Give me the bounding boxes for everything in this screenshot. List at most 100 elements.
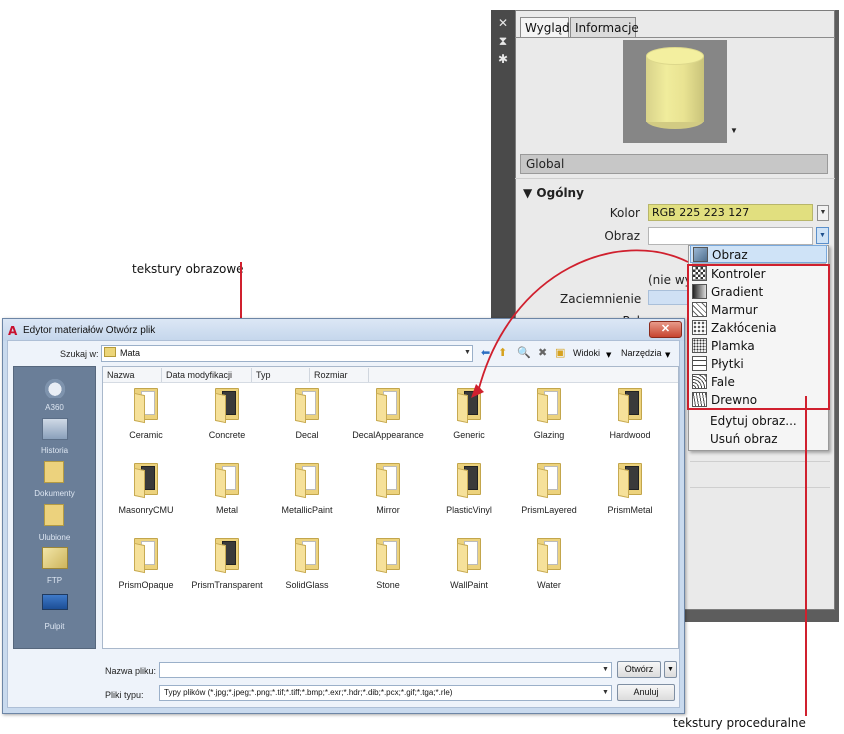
folder-label: Stone (376, 580, 400, 590)
folder-item[interactable]: PrismLayered (509, 463, 589, 533)
close-button[interactable]: ✕ (649, 321, 682, 338)
annotation-procedural-textures: tekstury proceduralne (673, 716, 806, 730)
image-icon (693, 247, 708, 262)
column-separator (309, 368, 310, 382)
history-icon[interactable] (42, 418, 68, 440)
folder-item[interactable]: Generic (429, 388, 509, 458)
column-separator (368, 368, 369, 382)
filetype-label: Pliki typu: (105, 690, 144, 700)
place-favorites[interactable]: Ulubione (13, 533, 96, 542)
autohide-icon[interactable]: ⧗ (496, 34, 510, 48)
column-type[interactable]: Typ (256, 370, 271, 380)
folder-label: Concrete (208, 430, 246, 440)
close-icon[interactable]: ✕ (496, 16, 510, 30)
folder-label: Water (537, 580, 561, 590)
menu-item-remove-image[interactable]: Usuń obraz (710, 432, 778, 446)
ftp-icon[interactable] (42, 547, 68, 569)
preview-options-arrow-icon[interactable]: ▼ (730, 126, 738, 135)
place-documents[interactable]: Dokumenty (13, 489, 96, 498)
folder-item[interactable]: Ceramic (106, 388, 186, 458)
image-none-text: (nie wy (648, 273, 692, 287)
new-folder-icon[interactable]: ▣ (555, 346, 565, 359)
folder-item[interactable]: SolidGlass (267, 538, 347, 608)
open-button[interactable]: Otwórz (617, 661, 661, 678)
color-dropdown-button[interactable]: ▼ (817, 205, 829, 221)
folder-item[interactable]: Hardwood (590, 388, 670, 458)
open-options-button[interactable]: ▼ (664, 661, 677, 678)
desktop-icon[interactable] (42, 594, 68, 610)
folder-item[interactable]: Decal (267, 388, 347, 458)
folder-label: Glazing (533, 430, 565, 440)
menu-item-image[interactable]: Obraz (690, 245, 827, 263)
folder-item[interactable]: PrismMetal (590, 463, 670, 533)
folder-item[interactable]: Concrete (187, 388, 267, 458)
preview-cylinder (646, 56, 704, 122)
shading-field[interactable] (648, 290, 690, 305)
folder-item[interactable]: Metal (187, 463, 267, 533)
documents-icon[interactable] (44, 461, 64, 483)
chevron-down-icon[interactable]: ▼ (602, 689, 609, 696)
folder-item[interactable]: PrismTransparent (187, 538, 267, 608)
folder-icon (104, 347, 116, 357)
procedural-textures-highlight (687, 264, 830, 410)
search-web-icon[interactable]: 🔍 (517, 346, 531, 359)
column-date[interactable]: Data modyfikacji (166, 370, 232, 380)
folder-item[interactable]: MetallicPaint (267, 463, 347, 533)
image-dropdown-button[interactable]: ▼ (816, 227, 829, 244)
tab-divider (515, 37, 835, 38)
chevron-down-icon[interactable]: ▼ (606, 349, 611, 362)
chevron-down-icon[interactable]: ▼ (602, 666, 609, 673)
views-menu[interactable]: Widoki (573, 348, 600, 358)
dialog-title: Edytor materiałów Otwórz plik (23, 325, 156, 336)
up-folder-icon[interactable]: ⬆ (498, 346, 507, 359)
color-field[interactable]: RGB 225 223 127 (648, 204, 813, 221)
filename-input[interactable] (159, 662, 612, 678)
image-field[interactable] (648, 227, 813, 245)
section-general[interactable]: ▼ Ogólny (523, 186, 584, 200)
folder-item[interactable]: PlasticVinyl (429, 463, 509, 533)
settings-icon[interactable]: ✱ (496, 52, 510, 66)
menu-item-edit-image[interactable]: Edytuj obraz... (710, 414, 797, 428)
folder-item[interactable]: MasonryCMU (106, 463, 186, 533)
column-separator (161, 368, 162, 382)
folder-item[interactable]: WallPaint (429, 538, 509, 608)
column-separator (251, 368, 252, 382)
tab-information[interactable]: Informacje (570, 17, 639, 38)
a360-icon[interactable] (42, 376, 68, 398)
folder-item[interactable]: Stone (348, 538, 428, 608)
image-label: Obraz (604, 229, 640, 243)
shading-label: Zaciemnienie (560, 292, 642, 306)
filetype-dropdown[interactable]: Typy plików (*.jpg;*.jpeg;*.png;*.tif;*.… (159, 685, 612, 701)
cancel-button[interactable]: Anuluj (617, 684, 675, 701)
look-in-dropdown[interactable]: Mata (101, 345, 473, 362)
chevron-down-icon[interactable]: ▼ (665, 349, 670, 362)
place-ftp[interactable]: FTP (13, 576, 96, 585)
column-name[interactable]: Nazwa (107, 370, 135, 380)
folder-item[interactable]: Glazing (509, 388, 589, 458)
place-a360[interactable]: A360 (13, 403, 96, 412)
place-desktop[interactable]: Pulpit (13, 622, 96, 631)
folder-item[interactable]: PrismOpaque (106, 538, 186, 608)
column-size[interactable]: Rozmiar (314, 370, 348, 380)
folder-label: Metal (215, 505, 238, 515)
material-name-field[interactable]: Global (520, 154, 828, 174)
tab-appearance[interactable]: Wygląd (520, 17, 570, 38)
place-history[interactable]: Historia (13, 446, 96, 455)
folder-label: MasonryCMU (118, 505, 174, 515)
tools-menu[interactable]: Narzędzia (621, 348, 662, 358)
folder-item[interactable]: Mirror (348, 463, 428, 533)
folder-label: Hardwood (609, 430, 651, 440)
folder-item[interactable]: DecalAppearance (348, 388, 428, 458)
folder-item[interactable]: Water (509, 538, 589, 608)
favorites-icon[interactable] (44, 504, 64, 526)
palette-divider (690, 461, 830, 462)
menu-item-label: Obraz (712, 248, 748, 262)
folder-label: Decal (295, 430, 319, 440)
delete-icon[interactable]: ✖ (538, 346, 547, 359)
chevron-down-icon[interactable]: ▼ (464, 349, 471, 356)
folder-label: Ceramic (129, 430, 163, 440)
preview-cylinder-top (646, 47, 704, 65)
folder-label: Mirror (376, 505, 400, 515)
back-icon[interactable]: ⬅ (481, 346, 490, 359)
folder-label: PrismLayered (521, 505, 577, 515)
